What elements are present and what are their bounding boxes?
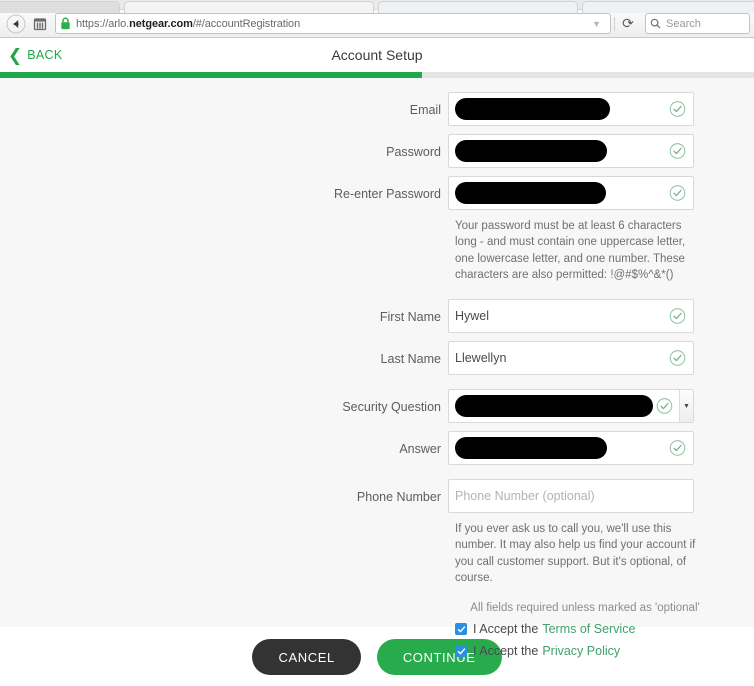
privacy-policy-checkbox[interactable] [455, 645, 467, 658]
form-row-answer: Answer [0, 431, 754, 466]
back-button[interactable]: ❮ BACK [8, 47, 63, 64]
security-question-select[interactable]: ▼ [448, 389, 694, 424]
url-text: https://arlo.netgear.com/#/accountRegist… [76, 17, 301, 30]
redacted-value [455, 140, 607, 162]
email-field[interactable] [448, 92, 694, 126]
reload-icon: ⟳ [622, 15, 634, 31]
check-circle-icon [669, 143, 686, 159]
browser-chrome: https://arlo.netgear.com/#/accountRegist… [0, 0, 754, 38]
form-row-last-name: Last Name Llewellyn [0, 341, 754, 376]
first-name-value: Hywel [455, 309, 490, 324]
chevron-down-icon[interactable]: ▼ [587, 19, 606, 29]
checkmark-icon [457, 626, 465, 633]
form-row-password: Password [0, 134, 754, 168]
form-row-security-question: Security Question ▼ [0, 389, 754, 424]
browser-search-bar[interactable]: Search [645, 13, 750, 34]
checkmark-icon [457, 648, 465, 655]
consent-row-terms-of-service: I Accept the Terms of Service [455, 622, 754, 636]
app-header: ❮ BACK Account Setup [0, 38, 754, 72]
reload-button[interactable]: ⟳ [615, 15, 641, 32]
answer-field[interactable] [448, 431, 694, 466]
first-name-field[interactable]: Hywel [448, 299, 694, 334]
chevron-left-icon: ❮ [8, 45, 23, 65]
label-phone-number: Phone Number [356, 490, 441, 505]
phone-number-field[interactable]: Phone Number (optional) [448, 479, 694, 514]
password-hint: Your password must be at least 6 charact… [455, 220, 686, 281]
bookmarks-icon [33, 17, 47, 30]
arrow-left-icon [6, 14, 26, 33]
form-row-email: Email [0, 92, 754, 126]
form-row-first-name: First Name Hywel [0, 299, 754, 334]
browser-tab[interactable] [378, 1, 578, 13]
consent-text-terms: I Accept the [473, 622, 539, 637]
url-bar[interactable]: https://arlo.netgear.com/#/accountRegist… [55, 13, 611, 34]
padlock-icon [60, 17, 71, 30]
terms-of-service-link[interactable]: Terms of Service [542, 622, 635, 636]
all-fields-note: All fields required unless marked as 'op… [470, 602, 700, 615]
privacy-policy-link[interactable]: Privacy Policy [542, 644, 620, 658]
check-circle-icon [656, 398, 673, 415]
check-circle-icon [669, 440, 686, 457]
phone-hint: If you ever ask us to call you, we'll us… [455, 523, 696, 585]
form-row-reenter-password: Re-enter Password [0, 176, 754, 210]
browser-navbar: https://arlo.netgear.com/#/accountRegist… [0, 10, 754, 38]
phone-number-placeholder: Phone Number (optional) [455, 489, 595, 504]
back-navigation-button[interactable] [4, 13, 28, 35]
account-setup-form: Email Password Re-enter Password Your pa… [0, 78, 754, 658]
last-name-field[interactable]: Llewellyn [448, 341, 694, 376]
redacted-value [455, 98, 610, 120]
check-circle-icon [669, 101, 686, 117]
browser-tab[interactable] [582, 1, 754, 13]
browser-tabstrip[interactable] [0, 0, 754, 13]
back-button-label: BACK [27, 48, 63, 62]
bookmarks-button[interactable] [28, 13, 52, 35]
browser-tab[interactable] [0, 1, 120, 13]
page-title: Account Setup [331, 47, 423, 63]
label-first-name: First Name [379, 310, 441, 325]
last-name-value: Llewellyn [455, 351, 507, 366]
check-circle-icon [669, 308, 686, 325]
search-icon [650, 18, 661, 29]
label-password: Password [386, 145, 441, 159]
label-security-question: Security Question [342, 400, 441, 415]
label-email: Email [409, 103, 441, 117]
check-circle-icon [669, 350, 686, 367]
terms-of-service-checkbox[interactable] [455, 623, 467, 636]
search-placeholder: Search [666, 17, 701, 30]
redacted-value [455, 182, 606, 204]
check-circle-icon [669, 185, 686, 201]
password-field[interactable] [448, 134, 694, 168]
browser-tab[interactable] [124, 1, 374, 13]
redacted-value [455, 395, 653, 418]
form-row-phone-number: Phone Number Phone Number (optional) [0, 479, 754, 514]
consent-row-privacy-policy: I Accept the Privacy Policy [455, 644, 754, 658]
label-answer: Answer [399, 442, 441, 457]
reenter-password-field[interactable] [448, 176, 694, 210]
label-reenter-password: Re-enter Password [334, 187, 441, 201]
label-last-name: Last Name [380, 352, 441, 367]
chevron-down-icon[interactable]: ▼ [679, 390, 693, 423]
cancel-button[interactable]: CANCEL [252, 639, 361, 675]
consent-text-privacy: I Accept the [473, 644, 539, 659]
redacted-value [455, 437, 607, 460]
